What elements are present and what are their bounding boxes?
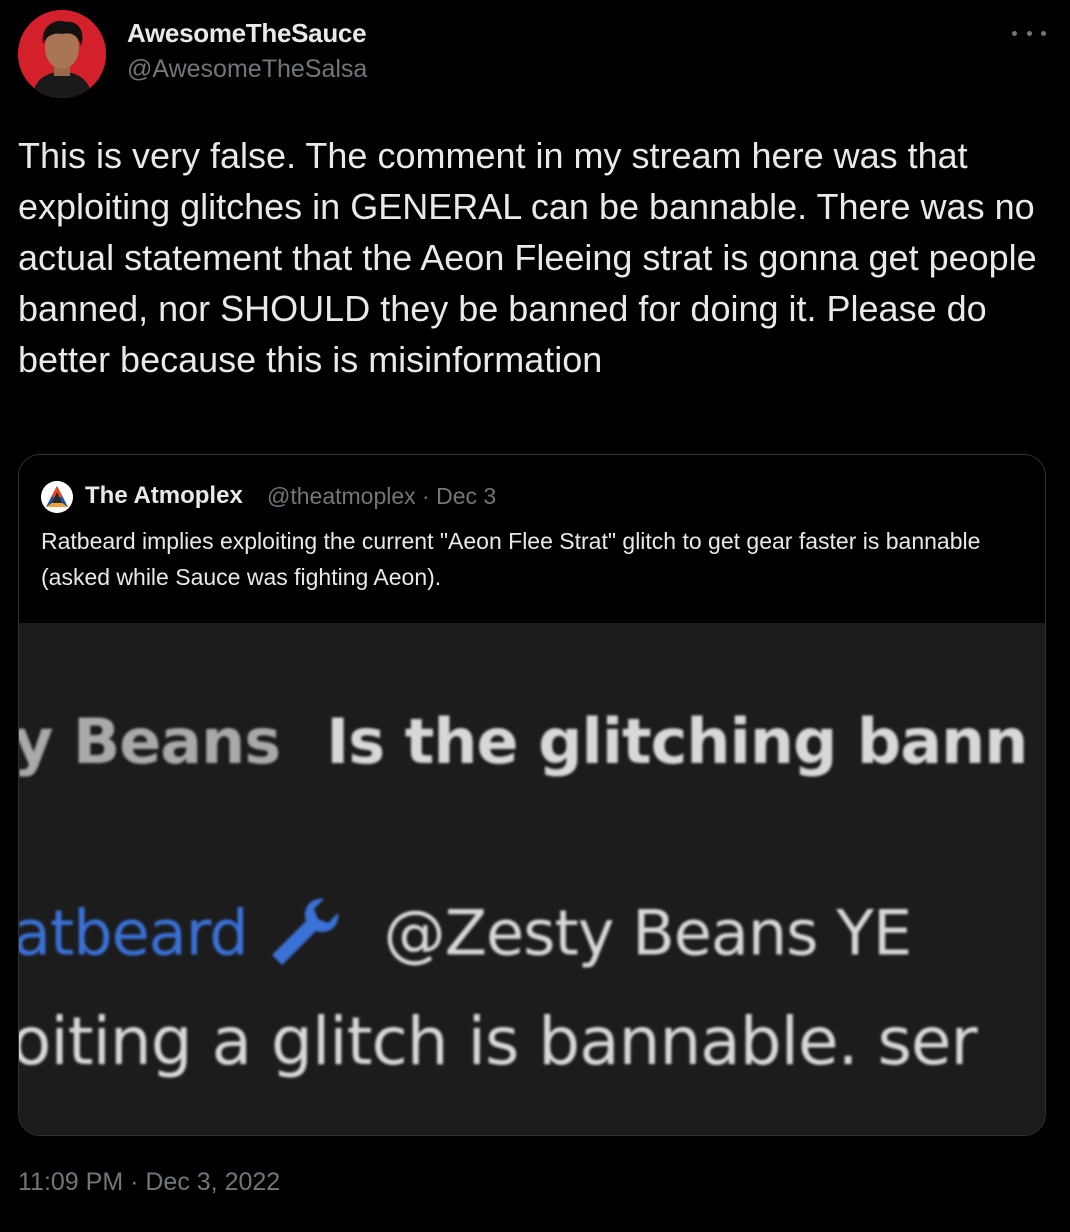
- image-chat-user-2: atbeard: [19, 896, 249, 970]
- tweet-timestamp[interactable]: 11:09 PM · Dec 3, 2022: [18, 1168, 280, 1197]
- quoted-screenshot-image[interactable]: y Beans Is the glitching bann atbeard @Zes…: [19, 623, 1045, 1135]
- author-name[interactable]: AwesomeTheSauce: [127, 18, 367, 49]
- wrench-icon: [262, 895, 342, 980]
- image-chat-line-3: oiting a glitch is bannable. ser: [19, 1003, 978, 1080]
- more-dots-icon[interactable]: [1012, 18, 1046, 48]
- image-chat-line-2: atbeard @Zesty Beans YE: [19, 895, 913, 980]
- image-chat-message-1: Is the glitching bann: [326, 705, 1028, 778]
- quoted-tweet[interactable]: The Atmoplex @theatmoplex · Dec 3 Ratbea…: [18, 454, 1046, 1136]
- quoted-handle-date[interactable]: @theatmoplex · Dec 3: [267, 483, 496, 510]
- tweet-text: This is very false. The comment in my st…: [18, 135, 1037, 380]
- image-chat-user-1: y Beans: [19, 705, 281, 778]
- author-handle[interactable]: @AwesomeTheSalsa: [127, 55, 367, 84]
- image-chat-line-1: y Beans Is the glitching bann: [19, 705, 1028, 778]
- image-chat-message-2: @Zesty Beans YE: [383, 896, 913, 970]
- avatar[interactable]: [18, 10, 106, 98]
- quoted-author-name[interactable]: The Atmoplex: [85, 482, 243, 510]
- quoted-text: Ratbeard implies exploiting the current …: [41, 528, 981, 590]
- tweet: AwesomeTheSauce @AwesomeTheSalsa This is…: [0, 0, 1070, 1232]
- atmoplex-logo-icon: [41, 481, 73, 513]
